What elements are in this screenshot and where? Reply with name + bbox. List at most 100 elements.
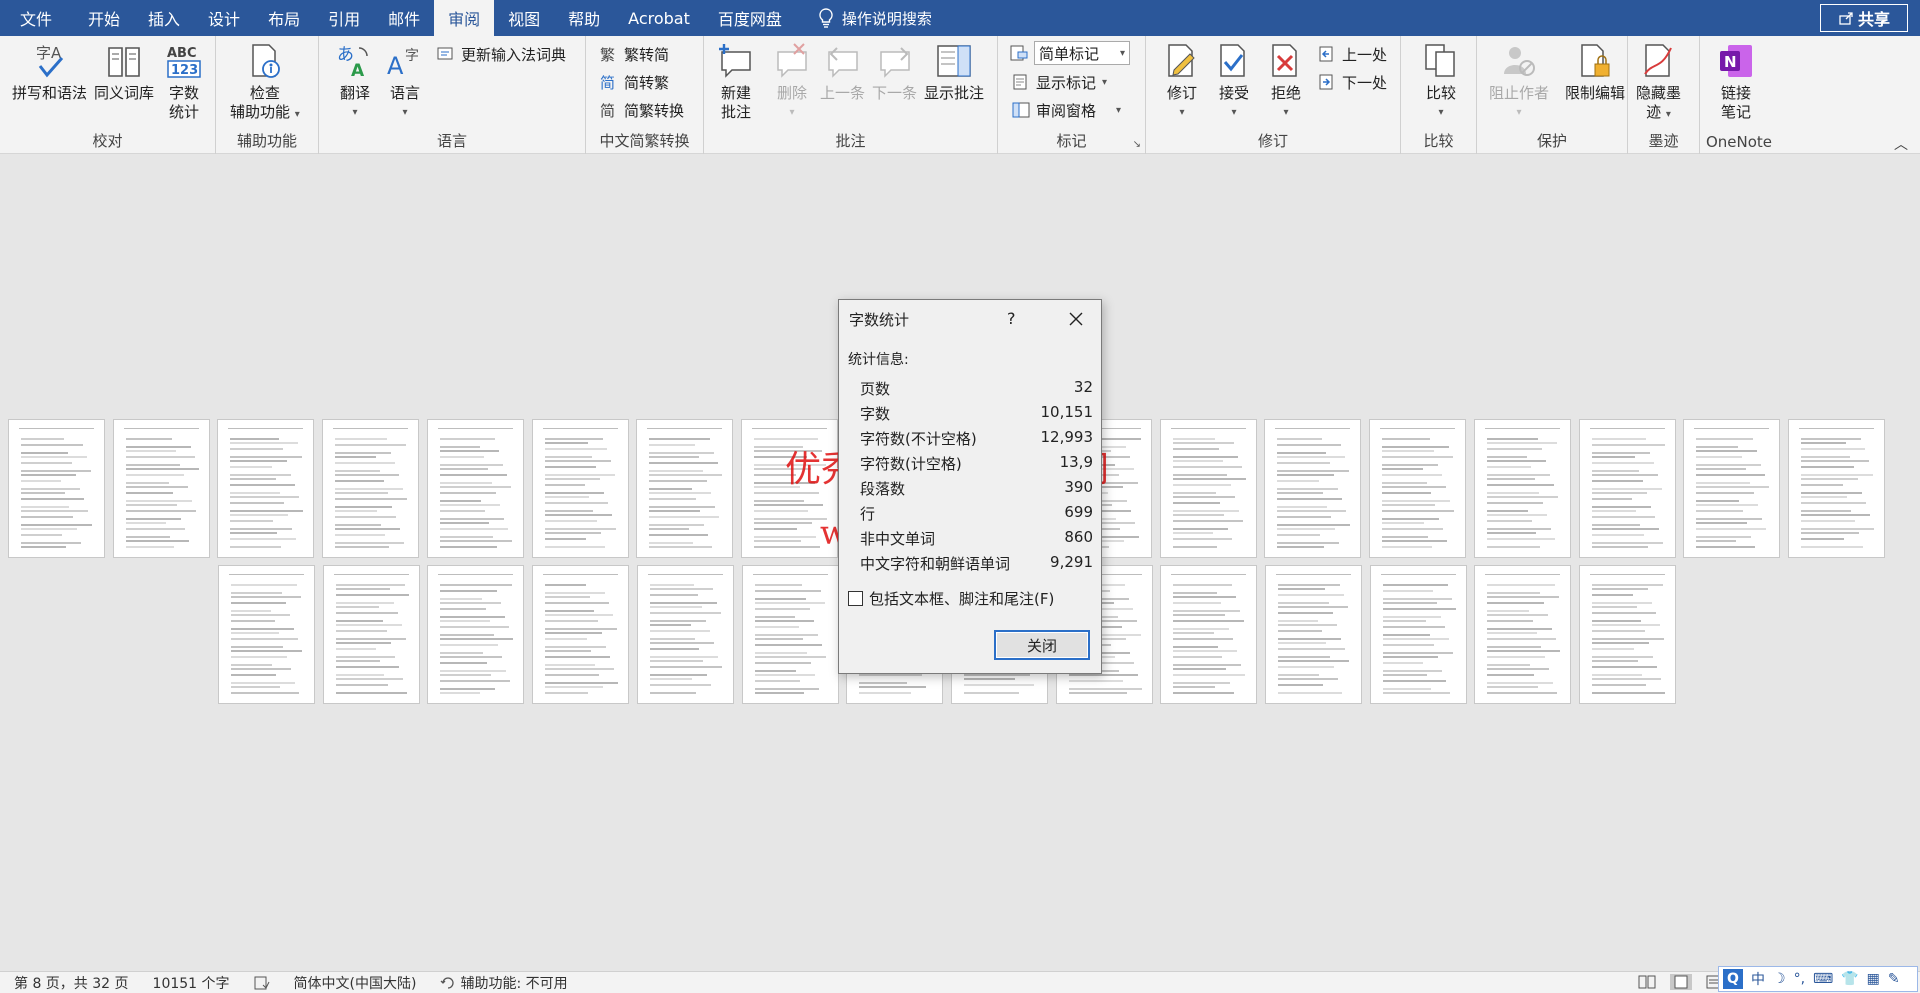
spelling-grammar-button[interactable]: 字A 拼写和语法 xyxy=(12,42,87,103)
previous-comment-button[interactable]: 上一条 xyxy=(820,42,865,103)
show-markup-button[interactable]: 显示标记 ▾ xyxy=(1012,70,1107,94)
delete-comment-button[interactable]: 删除 ▾ xyxy=(774,42,810,122)
tab-mailings[interactable]: 邮件 xyxy=(374,0,434,36)
tab-insert[interactable]: 插入 xyxy=(134,0,194,36)
moon-icon[interactable]: ☽ xyxy=(1773,971,1786,987)
tab-layout[interactable]: 布局 xyxy=(254,0,314,36)
close-button[interactable]: 关闭 xyxy=(994,630,1090,660)
page-thumbnail[interactable] xyxy=(1160,565,1258,704)
text-line xyxy=(1800,478,1858,480)
tab-baidu-netdisk[interactable]: 百度网盘 xyxy=(704,0,796,36)
word-count-button[interactable]: ABC 123 字数 统计 xyxy=(166,42,202,122)
previous-change-button[interactable]: 上一处 xyxy=(1318,42,1387,66)
linked-notes-button[interactable]: N 链接 笔记 xyxy=(1718,42,1754,122)
tab-review[interactable]: 审阅 xyxy=(434,0,495,36)
page-thumbnail[interactable] xyxy=(1264,419,1362,558)
include-textboxes-footnotes-checkbox[interactable]: 包括文本框、脚注和尾注(F) xyxy=(848,588,1054,609)
page-thumbnail[interactable] xyxy=(8,419,105,558)
ime-logo-icon[interactable]: Q xyxy=(1723,969,1743,989)
print-layout-icon[interactable] xyxy=(1670,974,1693,990)
simplified-to-traditional-button[interactable]: 简 简转繁 xyxy=(600,70,669,94)
show-comments-button[interactable]: 显示批注 xyxy=(924,42,984,103)
text-line xyxy=(545,628,618,630)
page-thumbnail[interactable] xyxy=(426,419,524,558)
page-count-status[interactable]: 第 8 页，共 32 页 xyxy=(0,973,139,993)
restrict-editing-button[interactable]: 限制编辑 xyxy=(1565,42,1625,103)
hide-ink-button[interactable]: 隐藏墨 迹 ▾ xyxy=(1636,42,1681,124)
tab-home[interactable]: 开始 xyxy=(74,0,134,36)
page-thumbnail[interactable] xyxy=(1369,565,1467,704)
read-mode-icon[interactable] xyxy=(1638,975,1656,989)
reject-button[interactable]: 拒绝 ▾ xyxy=(1268,42,1304,122)
share-button[interactable]: 共享 xyxy=(1820,4,1908,32)
next-change-button[interactable]: 下一处 xyxy=(1318,70,1387,94)
thesaurus-button[interactable]: 同义词库 xyxy=(94,42,154,103)
page-thumbnail[interactable] xyxy=(322,419,420,558)
tools-icon[interactable]: ✎ xyxy=(1888,971,1900,987)
text-line xyxy=(754,620,814,622)
text-line xyxy=(1172,466,1242,468)
translate-button[interactable]: あA 翻译 ▾ xyxy=(337,42,373,122)
reviewing-pane-button[interactable]: 审阅窗格 ▾ xyxy=(1012,98,1121,122)
tell-me-search[interactable]: 操作说明搜索 xyxy=(796,0,932,36)
page-thumbnail[interactable] xyxy=(1473,419,1571,558)
page-thumbnail[interactable] xyxy=(1579,565,1677,704)
tab-help[interactable]: 帮助 xyxy=(554,0,614,36)
page-thumbnail[interactable] xyxy=(322,565,420,704)
punctuation-icon[interactable]: °, xyxy=(1794,971,1805,987)
tab-acrobat[interactable]: Acrobat xyxy=(614,0,704,36)
page-thumbnail[interactable] xyxy=(636,565,734,704)
update-ime-dictionary-button[interactable]: 更新输入法词典 xyxy=(437,42,566,66)
page-thumbnail[interactable] xyxy=(112,419,210,558)
accessibility-status[interactable]: 辅助功能: 不可用 xyxy=(426,973,577,993)
dialog-launcher-icon[interactable]: ↘ xyxy=(1133,139,1141,150)
block-authors-button[interactable]: 阻止作者 ▾ xyxy=(1489,42,1549,122)
check-accessibility-button[interactable]: 检查 辅助功能 ▾ xyxy=(230,42,300,124)
tab-file[interactable]: 文件 xyxy=(0,0,74,36)
page-thumbnail[interactable] xyxy=(741,565,839,704)
help-button[interactable]: ? xyxy=(1007,309,1016,328)
language-button[interactable]: A字 语言 ▾ xyxy=(387,42,423,122)
text-line xyxy=(440,634,495,636)
accept-button[interactable]: 接受 ▾ xyxy=(1216,42,1252,122)
page-thumbnail[interactable] xyxy=(1159,419,1257,558)
page-thumbnail[interactable] xyxy=(1578,419,1676,558)
compare-button[interactable]: 比较 ▾ xyxy=(1423,42,1459,122)
ime-mode[interactable]: 中 xyxy=(1751,969,1765,989)
markup-mode-select[interactable]: 简单标记 ▾ xyxy=(1010,41,1130,65)
word-count-status[interactable]: 10151 个字 xyxy=(139,973,240,993)
text-line xyxy=(1068,688,1142,690)
track-changes-button[interactable]: 修订 ▾ xyxy=(1164,42,1200,122)
checkbox-box[interactable] xyxy=(848,591,863,606)
tab-references[interactable]: 引用 xyxy=(314,0,374,36)
language-status[interactable]: 简体中文(中国大陆) xyxy=(280,973,427,993)
tab-view[interactable]: 视图 xyxy=(494,0,554,36)
page-thumbnail[interactable] xyxy=(218,565,315,704)
page-thumbnail[interactable] xyxy=(1265,565,1362,704)
traditional-to-simplified-button[interactable]: 繁 繁转简 xyxy=(600,42,669,66)
page-thumbnail[interactable] xyxy=(532,565,630,704)
page-thumbnail[interactable] xyxy=(1787,419,1885,558)
text-line xyxy=(1486,448,1542,450)
skin-icon[interactable]: 👕 xyxy=(1841,971,1858,987)
keyboard-icon[interactable]: ⌨ xyxy=(1813,971,1833,987)
chinese-conversion-button[interactable]: 简 简繁转换 xyxy=(600,98,684,122)
tab-design[interactable]: 设计 xyxy=(194,0,254,36)
page-thumbnail[interactable] xyxy=(427,565,525,704)
text-line xyxy=(125,438,172,440)
svg-text:A: A xyxy=(351,61,365,80)
next-comment-button[interactable]: 下一条 xyxy=(872,42,917,103)
page-thumbnail[interactable] xyxy=(636,419,734,558)
collapse-ribbon-icon[interactable]: ︿ xyxy=(1894,134,1908,154)
new-comment-button[interactable]: 新建 批注 xyxy=(718,42,754,122)
page-thumbnail[interactable] xyxy=(217,419,315,558)
page-thumbnail[interactable] xyxy=(1683,419,1781,558)
grid-icon[interactable]: ▦ xyxy=(1867,971,1880,987)
dialog-close-button[interactable] xyxy=(1063,306,1089,332)
page-thumbnail[interactable] xyxy=(1474,565,1572,704)
proofing-status[interactable] xyxy=(240,976,280,990)
page-thumbnail[interactable] xyxy=(531,419,629,558)
page-thumbnail[interactable] xyxy=(1369,419,1467,558)
page-thumbnail[interactable] xyxy=(740,419,838,558)
text-line xyxy=(1172,478,1246,480)
